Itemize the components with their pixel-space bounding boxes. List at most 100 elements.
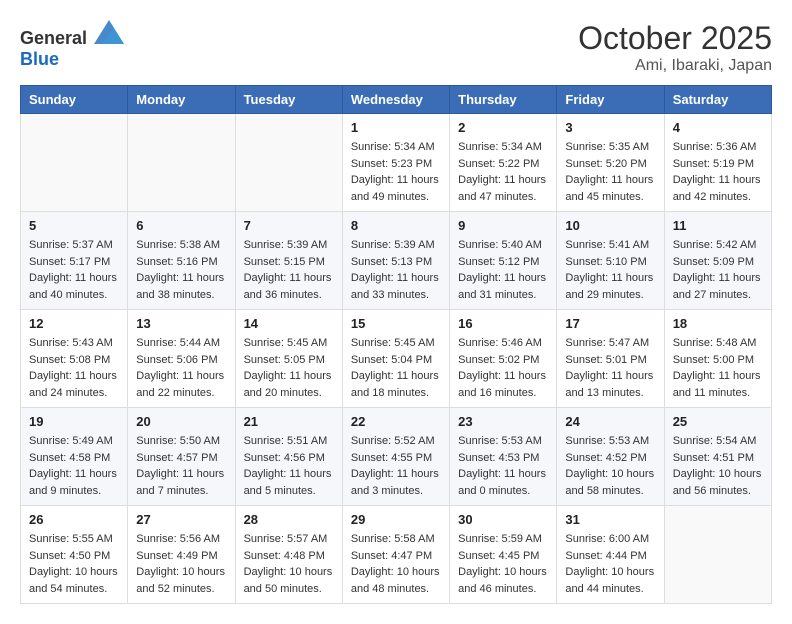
day-info: Sunrise: 5:39 AM Sunset: 5:13 PM Dayligh… — [351, 237, 441, 303]
weekday-header-friday: Friday — [557, 86, 664, 114]
day-number: 12 — [29, 316, 119, 331]
day-number: 5 — [29, 218, 119, 233]
calendar-day-18: 18 Sunrise: 5:48 AM Sunset: 5:00 PM Dayli… — [664, 310, 771, 408]
day-info: Sunrise: 5:59 AM Sunset: 4:45 PM Dayligh… — [458, 531, 548, 597]
day-info: Sunrise: 5:48 AM Sunset: 5:00 PM Dayligh… — [673, 335, 763, 401]
calendar-empty-cell — [21, 114, 128, 212]
day-info: Sunrise: 5:49 AM Sunset: 4:58 PM Dayligh… — [29, 433, 119, 499]
day-info: Sunrise: 5:58 AM Sunset: 4:47 PM Dayligh… — [351, 531, 441, 597]
day-info: Sunrise: 5:42 AM Sunset: 5:09 PM Dayligh… — [673, 237, 763, 303]
calendar-day-3: 3 Sunrise: 5:35 AM Sunset: 5:20 PM Daylig… — [557, 114, 664, 212]
calendar-day-23: 23 Sunrise: 5:53 AM Sunset: 4:53 PM Dayli… — [450, 408, 557, 506]
calendar-day-20: 20 Sunrise: 5:50 AM Sunset: 4:57 PM Dayli… — [128, 408, 235, 506]
day-number: 28 — [244, 512, 334, 527]
day-info: Sunrise: 5:37 AM Sunset: 5:17 PM Dayligh… — [29, 237, 119, 303]
calendar-day-26: 26 Sunrise: 5:55 AM Sunset: 4:50 PM Dayli… — [21, 506, 128, 604]
day-info: Sunrise: 5:45 AM Sunset: 5:05 PM Dayligh… — [244, 335, 334, 401]
day-number: 19 — [29, 414, 119, 429]
day-info: Sunrise: 5:34 AM Sunset: 5:22 PM Dayligh… — [458, 139, 548, 205]
calendar-day-27: 27Sunrise: 5:56 AM Sunset: 4:49 PM Dayli… — [128, 506, 235, 604]
month-title: October 2025 — [578, 20, 772, 57]
calendar-day-5: 5 Sunrise: 5:37 AM Sunset: 5:17 PM Daylig… — [21, 212, 128, 310]
calendar-table: SundayMondayTuesdayWednesdayThursdayFrid… — [20, 85, 772, 604]
weekday-header-monday: Monday — [128, 86, 235, 114]
day-number: 3 — [565, 120, 655, 135]
day-number: 25 — [673, 414, 763, 429]
day-number: 6 — [136, 218, 226, 233]
calendar-week-4: 19 Sunrise: 5:49 AM Sunset: 4:58 PM Dayli… — [21, 408, 772, 506]
weekday-header-tuesday: Tuesday — [235, 86, 342, 114]
day-info: Sunrise: 5:57 AM Sunset: 4:48 PM Dayligh… — [244, 531, 334, 597]
calendar-empty-cell — [664, 506, 771, 604]
day-number: 24 — [565, 414, 655, 429]
calendar-day-19: 19 Sunrise: 5:49 AM Sunset: 4:58 PM Dayli… — [21, 408, 128, 506]
calendar-day-15: 15Sunrise: 5:45 AM Sunset: 5:04 PM Dayli… — [342, 310, 449, 408]
logo-blue: Blue — [20, 49, 59, 69]
calendar-day-12: 12Sunrise: 5:43 AM Sunset: 5:08 PM Dayli… — [21, 310, 128, 408]
calendar-day-21: 21 Sunrise: 5:51 AM Sunset: 4:56 PM Dayli… — [235, 408, 342, 506]
weekday-header-thursday: Thursday — [450, 86, 557, 114]
day-info: Sunrise: 5:40 AM Sunset: 5:12 PM Dayligh… — [458, 237, 548, 303]
day-number: 2 — [458, 120, 548, 135]
day-number: 20 — [136, 414, 226, 429]
day-number: 29 — [351, 512, 441, 527]
day-info: Sunrise: 5:53 AM Sunset: 4:52 PM Dayligh… — [565, 433, 655, 499]
day-number: 11 — [673, 218, 763, 233]
calendar-empty-cell — [128, 114, 235, 212]
day-number: 26 — [29, 512, 119, 527]
day-number: 30 — [458, 512, 548, 527]
weekday-header-wednesday: Wednesday — [342, 86, 449, 114]
day-info: Sunrise: 5:51 AM Sunset: 4:56 PM Dayligh… — [244, 433, 334, 499]
day-number: 17 — [565, 316, 655, 331]
day-info: Sunrise: 5:44 AM Sunset: 5:06 PM Dayligh… — [136, 335, 226, 401]
calendar-day-9: 9 Sunrise: 5:40 AM Sunset: 5:12 PM Daylig… — [450, 212, 557, 310]
logo-text: General Blue — [20, 20, 124, 70]
logo: General Blue — [20, 20, 124, 70]
title-block: October 2025 Ami, Ibaraki, Japan — [578, 20, 772, 75]
logo-general: General — [20, 28, 87, 48]
day-number: 23 — [458, 414, 548, 429]
calendar-day-31: 31Sunrise: 6:00 AM Sunset: 4:44 PM Dayli… — [557, 506, 664, 604]
logo-icon — [94, 20, 124, 44]
day-number: 8 — [351, 218, 441, 233]
calendar-day-14: 14 Sunrise: 5:45 AM Sunset: 5:05 PM Dayli… — [235, 310, 342, 408]
day-info: Sunrise: 5:34 AM Sunset: 5:23 PM Dayligh… — [351, 139, 441, 205]
calendar-empty-cell — [235, 114, 342, 212]
day-number: 1 — [351, 120, 441, 135]
calendar-week-2: 5 Sunrise: 5:37 AM Sunset: 5:17 PM Daylig… — [21, 212, 772, 310]
day-info: Sunrise: 5:36 AM Sunset: 5:19 PM Dayligh… — [673, 139, 763, 205]
day-number: 10 — [565, 218, 655, 233]
weekday-header-sunday: Sunday — [21, 86, 128, 114]
calendar-day-30: 30 Sunrise: 5:59 AM Sunset: 4:45 PM Dayli… — [450, 506, 557, 604]
day-info: Sunrise: 5:46 AM Sunset: 5:02 PM Dayligh… — [458, 335, 548, 401]
day-info: Sunrise: 5:47 AM Sunset: 5:01 PM Dayligh… — [565, 335, 655, 401]
day-number: 14 — [244, 316, 334, 331]
day-info: Sunrise: 5:39 AM Sunset: 5:15 PM Dayligh… — [244, 237, 334, 303]
day-number: 18 — [673, 316, 763, 331]
calendar-day-6: 6Sunrise: 5:38 AM Sunset: 5:16 PM Daylig… — [128, 212, 235, 310]
calendar-week-3: 12Sunrise: 5:43 AM Sunset: 5:08 PM Dayli… — [21, 310, 772, 408]
day-number: 7 — [244, 218, 334, 233]
day-info: Sunrise: 5:45 AM Sunset: 5:04 PM Dayligh… — [351, 335, 441, 401]
day-number: 13 — [136, 316, 226, 331]
day-info: Sunrise: 5:50 AM Sunset: 4:57 PM Dayligh… — [136, 433, 226, 499]
calendar-day-8: 8 Sunrise: 5:39 AM Sunset: 5:13 PM Daylig… — [342, 212, 449, 310]
day-number: 21 — [244, 414, 334, 429]
page-header: General Blue October 2025 Ami, Ibaraki, … — [20, 20, 772, 75]
day-number: 27 — [136, 512, 226, 527]
calendar-day-29: 29 Sunrise: 5:58 AM Sunset: 4:47 PM Dayli… — [342, 506, 449, 604]
day-number: 16 — [458, 316, 548, 331]
calendar-day-17: 17 Sunrise: 5:47 AM Sunset: 5:01 PM Dayli… — [557, 310, 664, 408]
calendar-day-7: 7 Sunrise: 5:39 AM Sunset: 5:15 PM Daylig… — [235, 212, 342, 310]
calendar-day-22: 22Sunrise: 5:52 AM Sunset: 4:55 PM Dayli… — [342, 408, 449, 506]
day-info: Sunrise: 5:55 AM Sunset: 4:50 PM Dayligh… — [29, 531, 119, 597]
day-info: Sunrise: 5:53 AM Sunset: 4:53 PM Dayligh… — [458, 433, 548, 499]
calendar-day-1: 1 Sunrise: 5:34 AM Sunset: 5:23 PM Daylig… — [342, 114, 449, 212]
day-info: Sunrise: 5:41 AM Sunset: 5:10 PM Dayligh… — [565, 237, 655, 303]
day-info: Sunrise: 5:35 AM Sunset: 5:20 PM Dayligh… — [565, 139, 655, 205]
calendar-day-13: 13 Sunrise: 5:44 AM Sunset: 5:06 PM Dayli… — [128, 310, 235, 408]
calendar-day-28: 28 Sunrise: 5:57 AM Sunset: 4:48 PM Dayli… — [235, 506, 342, 604]
calendar-day-11: 11 Sunrise: 5:42 AM Sunset: 5:09 PM Dayli… — [664, 212, 771, 310]
day-number: 9 — [458, 218, 548, 233]
location-title: Ami, Ibaraki, Japan — [578, 57, 772, 75]
